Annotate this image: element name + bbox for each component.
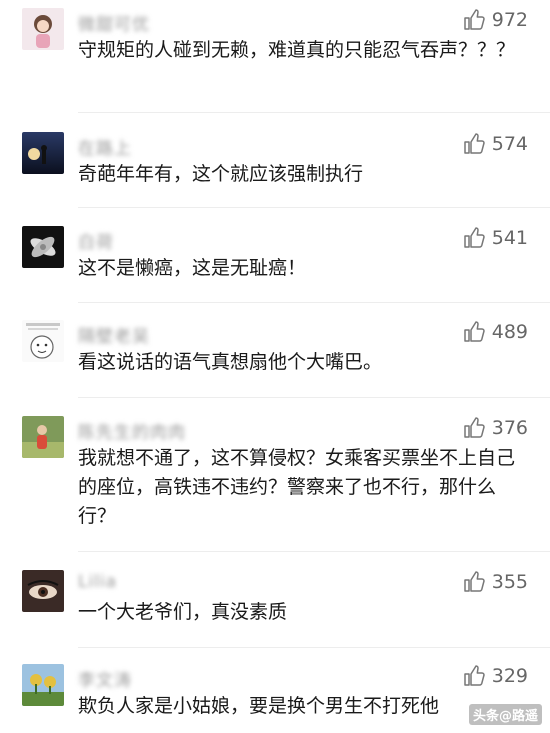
thumbs-up-icon (462, 664, 486, 688)
divider (78, 112, 550, 113)
watermark: 头条@路遥 (468, 704, 542, 725)
like-button[interactable]: 329 (462, 664, 528, 688)
commenter-name[interactable]: Lilia (78, 572, 117, 592)
avatar[interactable] (22, 320, 64, 362)
comment-text: 守规矩的人碰到无赖，难道真的只能忍气吞声？？？ (78, 39, 516, 61)
comment-text: 欺负人家是小姑娘，要是换个男生不打死他 (78, 695, 440, 717)
commenter-name[interactable]: 微甜可优 (78, 10, 150, 35)
avatar[interactable] (22, 132, 64, 174)
thumbs-up-icon (462, 570, 486, 594)
divider (78, 207, 550, 208)
comment-text: 奇葩年年有，这个就应该强制执行 (78, 163, 364, 185)
like-button[interactable]: 489 (462, 320, 528, 344)
commenter-name[interactable]: 李文涛 (78, 666, 132, 691)
divider (78, 397, 550, 398)
avatar-image (22, 570, 64, 612)
commenter-name[interactable]: 白荷 (78, 228, 114, 253)
avatar-image (22, 226, 64, 268)
avatar-image (22, 8, 64, 50)
avatar-image (22, 664, 64, 706)
like-count: 376 (491, 417, 528, 439)
like-button[interactable]: 376 (462, 416, 528, 440)
like-count: 329 (491, 665, 528, 687)
commenter-name[interactable]: 在路上 (78, 134, 132, 159)
avatar-image (22, 132, 64, 174)
avatar[interactable] (22, 226, 64, 268)
thumbs-up-icon (462, 132, 486, 156)
avatar-image (22, 320, 64, 362)
avatar[interactable] (22, 8, 64, 50)
like-button[interactable]: 355 (462, 570, 528, 594)
like-count: 972 (491, 9, 528, 31)
like-count: 574 (491, 133, 528, 155)
thumbs-up-icon (462, 226, 486, 250)
comment-text: 这不是懒癌，这是无耻癌！ (78, 257, 307, 279)
avatar[interactable] (22, 570, 64, 612)
like-count: 541 (491, 227, 528, 249)
thumbs-up-icon (462, 416, 486, 440)
comment-text: 我就想不通了，这不算侵权？女乘客买票坐不上自己的座位，高铁违不违约？警察来了也不… (78, 447, 516, 527)
comment-text: 一个大老爷们，真没素质 (78, 601, 288, 623)
like-count: 355 (491, 571, 528, 593)
like-button[interactable]: 541 (462, 226, 528, 250)
thumbs-up-icon (462, 320, 486, 344)
divider (78, 647, 550, 648)
like-count: 489 (491, 321, 528, 343)
commenter-name[interactable]: 隔壁老吴 (78, 322, 150, 347)
avatar[interactable] (22, 664, 64, 706)
divider (78, 551, 550, 552)
like-button[interactable]: 972 (462, 8, 528, 32)
divider (78, 302, 550, 303)
commenter-name[interactable]: 陈先生的肉肉 (78, 418, 186, 443)
avatar-image (22, 416, 64, 458)
thumbs-up-icon (462, 8, 486, 32)
avatar[interactable] (22, 416, 64, 458)
like-button[interactable]: 574 (462, 132, 528, 156)
comment-text: 看这说话的语气真想扇他个大嘴巴。 (78, 351, 383, 373)
